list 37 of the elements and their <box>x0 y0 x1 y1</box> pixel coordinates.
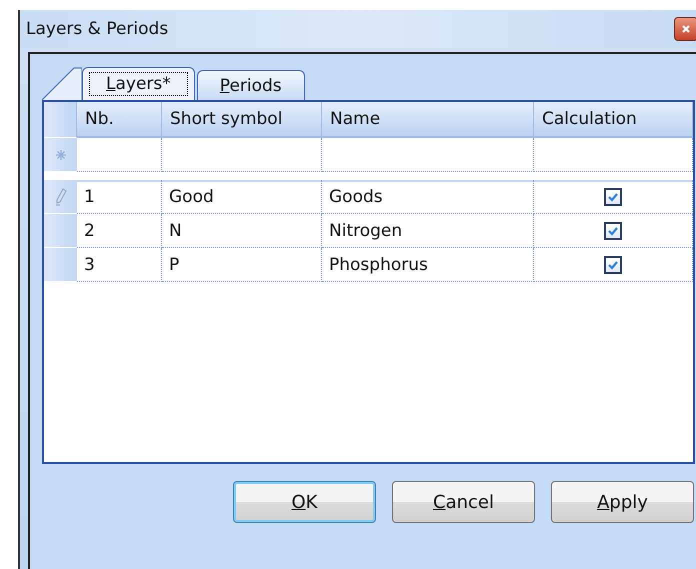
asterisk-icon <box>54 148 66 160</box>
column-header[interactable]: Name <box>322 102 534 138</box>
column-header[interactable]: Calculation <box>534 102 693 138</box>
checkbox[interactable] <box>604 222 622 240</box>
table-cell[interactable] <box>322 138 534 172</box>
check-icon <box>607 226 619 236</box>
row-header[interactable] <box>44 248 77 282</box>
table-cell: 2 <box>77 214 162 248</box>
checkbox[interactable] <box>604 256 622 274</box>
column-header[interactable]: Short symbol <box>162 102 322 138</box>
checkbox[interactable] <box>604 188 622 206</box>
column-header[interactable]: Nb. <box>77 102 162 138</box>
row-header <box>44 102 77 138</box>
table-cell: Phosphorus <box>322 248 534 282</box>
check-icon <box>607 192 619 202</box>
table-cell: N <box>162 214 322 248</box>
table-cell[interactable] <box>162 138 322 172</box>
row-header[interactable] <box>44 180 77 214</box>
close-icon <box>681 24 691 34</box>
table-cell: Nitrogen <box>322 214 534 248</box>
table-cell: P <box>162 248 322 282</box>
dialog-button[interactable]: Apply <box>551 481 694 523</box>
close-button[interactable] <box>674 17 696 41</box>
table-cell[interactable] <box>77 138 162 172</box>
window-title: Layers & Periods <box>25 19 168 39</box>
table-cell: Good <box>162 180 322 214</box>
dialog-button[interactable]: Cancel <box>392 481 535 523</box>
table-cell: 3 <box>77 248 162 282</box>
table-cell: 1 <box>77 180 162 214</box>
pencil-icon <box>54 188 66 206</box>
dialog-button[interactable]: OK <box>233 481 376 523</box>
table-cell[interactable] <box>534 138 693 172</box>
check-icon <box>607 260 619 270</box>
row-header[interactable] <box>44 214 77 248</box>
table-cell: Goods <box>322 180 534 214</box>
tab[interactable]: Layers* <box>82 67 195 100</box>
tab[interactable]: Periods <box>196 70 305 100</box>
